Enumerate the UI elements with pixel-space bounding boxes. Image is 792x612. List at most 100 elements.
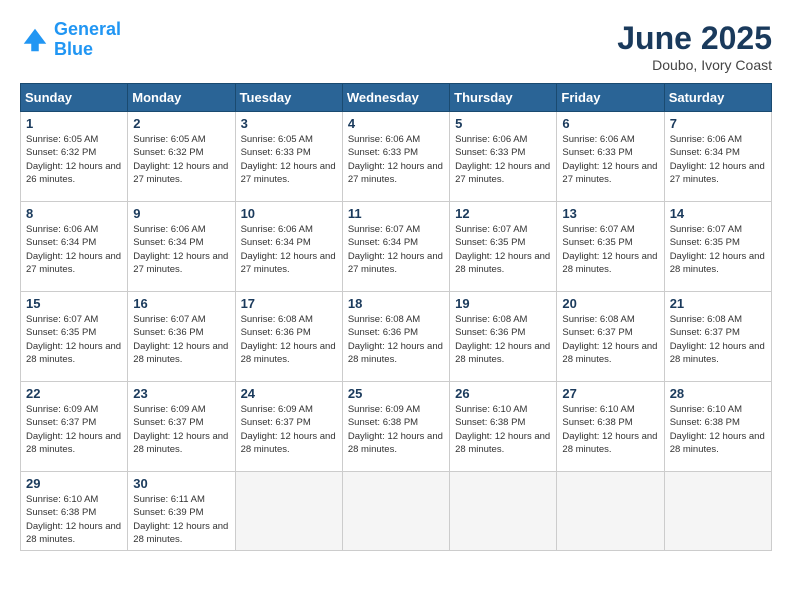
month-title: June 2025 bbox=[617, 20, 772, 57]
day-info: Sunrise: 6:06 AM Sunset: 6:33 PM Dayligh… bbox=[348, 133, 444, 186]
calendar-cell bbox=[664, 472, 771, 551]
day-info: Sunrise: 6:05 AM Sunset: 6:32 PM Dayligh… bbox=[26, 133, 122, 186]
day-number: 16 bbox=[133, 296, 229, 311]
calendar-week-5: 29 Sunrise: 6:10 AM Sunset: 6:38 PM Dayl… bbox=[21, 472, 772, 551]
day-number: 7 bbox=[670, 116, 766, 131]
calendar-table: SundayMondayTuesdayWednesdayThursdayFrid… bbox=[20, 83, 772, 551]
day-number: 12 bbox=[455, 206, 551, 221]
calendar-cell: 18 Sunrise: 6:08 AM Sunset: 6:36 PM Dayl… bbox=[342, 292, 449, 382]
calendar-cell: 25 Sunrise: 6:09 AM Sunset: 6:38 PM Dayl… bbox=[342, 382, 449, 472]
day-info: Sunrise: 6:06 AM Sunset: 6:33 PM Dayligh… bbox=[455, 133, 551, 186]
day-number: 22 bbox=[26, 386, 122, 401]
calendar-cell: 22 Sunrise: 6:09 AM Sunset: 6:37 PM Dayl… bbox=[21, 382, 128, 472]
weekday-header-saturday: Saturday bbox=[664, 84, 771, 112]
day-number: 26 bbox=[455, 386, 551, 401]
calendar-cell: 26 Sunrise: 6:10 AM Sunset: 6:38 PM Dayl… bbox=[450, 382, 557, 472]
day-info: Sunrise: 6:10 AM Sunset: 6:38 PM Dayligh… bbox=[26, 493, 122, 546]
day-number: 23 bbox=[133, 386, 229, 401]
weekday-header-tuesday: Tuesday bbox=[235, 84, 342, 112]
calendar-cell: 21 Sunrise: 6:08 AM Sunset: 6:37 PM Dayl… bbox=[664, 292, 771, 382]
day-info: Sunrise: 6:07 AM Sunset: 6:35 PM Dayligh… bbox=[562, 223, 658, 276]
day-info: Sunrise: 6:07 AM Sunset: 6:36 PM Dayligh… bbox=[133, 313, 229, 366]
day-number: 5 bbox=[455, 116, 551, 131]
calendar-week-1: 1 Sunrise: 6:05 AM Sunset: 6:32 PM Dayli… bbox=[21, 112, 772, 202]
calendar-cell: 16 Sunrise: 6:07 AM Sunset: 6:36 PM Dayl… bbox=[128, 292, 235, 382]
calendar-cell: 11 Sunrise: 6:07 AM Sunset: 6:34 PM Dayl… bbox=[342, 202, 449, 292]
day-number: 19 bbox=[455, 296, 551, 311]
calendar-cell: 24 Sunrise: 6:09 AM Sunset: 6:37 PM Dayl… bbox=[235, 382, 342, 472]
calendar-cell: 19 Sunrise: 6:08 AM Sunset: 6:36 PM Dayl… bbox=[450, 292, 557, 382]
calendar-cell: 6 Sunrise: 6:06 AM Sunset: 6:33 PM Dayli… bbox=[557, 112, 664, 202]
day-number: 13 bbox=[562, 206, 658, 221]
day-info: Sunrise: 6:08 AM Sunset: 6:37 PM Dayligh… bbox=[562, 313, 658, 366]
day-number: 9 bbox=[133, 206, 229, 221]
calendar-cell: 12 Sunrise: 6:07 AM Sunset: 6:35 PM Dayl… bbox=[450, 202, 557, 292]
day-number: 27 bbox=[562, 386, 658, 401]
day-info: Sunrise: 6:07 AM Sunset: 6:35 PM Dayligh… bbox=[26, 313, 122, 366]
calendar-cell: 3 Sunrise: 6:05 AM Sunset: 6:33 PM Dayli… bbox=[235, 112, 342, 202]
calendar-cell: 10 Sunrise: 6:06 AM Sunset: 6:34 PM Dayl… bbox=[235, 202, 342, 292]
calendar-cell: 1 Sunrise: 6:05 AM Sunset: 6:32 PM Dayli… bbox=[21, 112, 128, 202]
day-info: Sunrise: 6:10 AM Sunset: 6:38 PM Dayligh… bbox=[670, 403, 766, 456]
location: Doubo, Ivory Coast bbox=[617, 57, 772, 73]
calendar-cell bbox=[450, 472, 557, 551]
day-number: 11 bbox=[348, 206, 444, 221]
day-info: Sunrise: 6:05 AM Sunset: 6:32 PM Dayligh… bbox=[133, 133, 229, 186]
calendar-cell: 14 Sunrise: 6:07 AM Sunset: 6:35 PM Dayl… bbox=[664, 202, 771, 292]
day-info: Sunrise: 6:08 AM Sunset: 6:36 PM Dayligh… bbox=[241, 313, 337, 366]
day-number: 1 bbox=[26, 116, 122, 131]
day-info: Sunrise: 6:06 AM Sunset: 6:34 PM Dayligh… bbox=[26, 223, 122, 276]
day-number: 10 bbox=[241, 206, 337, 221]
calendar-week-3: 15 Sunrise: 6:07 AM Sunset: 6:35 PM Dayl… bbox=[21, 292, 772, 382]
calendar-cell: 2 Sunrise: 6:05 AM Sunset: 6:32 PM Dayli… bbox=[128, 112, 235, 202]
logo-text: General Blue bbox=[54, 20, 121, 60]
calendar-cell bbox=[235, 472, 342, 551]
calendar-cell: 4 Sunrise: 6:06 AM Sunset: 6:33 PM Dayli… bbox=[342, 112, 449, 202]
day-number: 25 bbox=[348, 386, 444, 401]
day-info: Sunrise: 6:10 AM Sunset: 6:38 PM Dayligh… bbox=[562, 403, 658, 456]
calendar-cell: 30 Sunrise: 6:11 AM Sunset: 6:39 PM Dayl… bbox=[128, 472, 235, 551]
day-info: Sunrise: 6:09 AM Sunset: 6:37 PM Dayligh… bbox=[241, 403, 337, 456]
day-number: 2 bbox=[133, 116, 229, 131]
day-info: Sunrise: 6:05 AM Sunset: 6:33 PM Dayligh… bbox=[241, 133, 337, 186]
calendar-week-4: 22 Sunrise: 6:09 AM Sunset: 6:37 PM Dayl… bbox=[21, 382, 772, 472]
day-number: 17 bbox=[241, 296, 337, 311]
page-header: General Blue June 2025 Doubo, Ivory Coas… bbox=[20, 20, 772, 73]
logo: General Blue bbox=[20, 20, 121, 60]
calendar-body: 1 Sunrise: 6:05 AM Sunset: 6:32 PM Dayli… bbox=[21, 112, 772, 551]
day-info: Sunrise: 6:07 AM Sunset: 6:34 PM Dayligh… bbox=[348, 223, 444, 276]
day-number: 15 bbox=[26, 296, 122, 311]
day-number: 28 bbox=[670, 386, 766, 401]
day-number: 20 bbox=[562, 296, 658, 311]
day-number: 30 bbox=[133, 476, 229, 491]
day-number: 8 bbox=[26, 206, 122, 221]
day-info: Sunrise: 6:06 AM Sunset: 6:34 PM Dayligh… bbox=[241, 223, 337, 276]
day-number: 3 bbox=[241, 116, 337, 131]
calendar-cell: 23 Sunrise: 6:09 AM Sunset: 6:37 PM Dayl… bbox=[128, 382, 235, 472]
day-info: Sunrise: 6:06 AM Sunset: 6:34 PM Dayligh… bbox=[670, 133, 766, 186]
calendar-cell: 17 Sunrise: 6:08 AM Sunset: 6:36 PM Dayl… bbox=[235, 292, 342, 382]
calendar-cell: 7 Sunrise: 6:06 AM Sunset: 6:34 PM Dayli… bbox=[664, 112, 771, 202]
day-number: 29 bbox=[26, 476, 122, 491]
logo-icon bbox=[20, 25, 50, 55]
day-info: Sunrise: 6:06 AM Sunset: 6:34 PM Dayligh… bbox=[133, 223, 229, 276]
day-info: Sunrise: 6:06 AM Sunset: 6:33 PM Dayligh… bbox=[562, 133, 658, 186]
day-number: 6 bbox=[562, 116, 658, 131]
day-info: Sunrise: 6:10 AM Sunset: 6:38 PM Dayligh… bbox=[455, 403, 551, 456]
day-number: 4 bbox=[348, 116, 444, 131]
day-info: Sunrise: 6:08 AM Sunset: 6:36 PM Dayligh… bbox=[348, 313, 444, 366]
day-info: Sunrise: 6:09 AM Sunset: 6:38 PM Dayligh… bbox=[348, 403, 444, 456]
calendar-cell: 27 Sunrise: 6:10 AM Sunset: 6:38 PM Dayl… bbox=[557, 382, 664, 472]
calendar-cell: 13 Sunrise: 6:07 AM Sunset: 6:35 PM Dayl… bbox=[557, 202, 664, 292]
day-info: Sunrise: 6:08 AM Sunset: 6:37 PM Dayligh… bbox=[670, 313, 766, 366]
weekday-header-thursday: Thursday bbox=[450, 84, 557, 112]
day-info: Sunrise: 6:08 AM Sunset: 6:36 PM Dayligh… bbox=[455, 313, 551, 366]
weekday-header-friday: Friday bbox=[557, 84, 664, 112]
calendar-cell bbox=[342, 472, 449, 551]
calendar-cell: 15 Sunrise: 6:07 AM Sunset: 6:35 PM Dayl… bbox=[21, 292, 128, 382]
day-info: Sunrise: 6:11 AM Sunset: 6:39 PM Dayligh… bbox=[133, 493, 229, 546]
weekday-header-monday: Monday bbox=[128, 84, 235, 112]
calendar-cell: 9 Sunrise: 6:06 AM Sunset: 6:34 PM Dayli… bbox=[128, 202, 235, 292]
day-number: 21 bbox=[670, 296, 766, 311]
calendar-cell: 5 Sunrise: 6:06 AM Sunset: 6:33 PM Dayli… bbox=[450, 112, 557, 202]
